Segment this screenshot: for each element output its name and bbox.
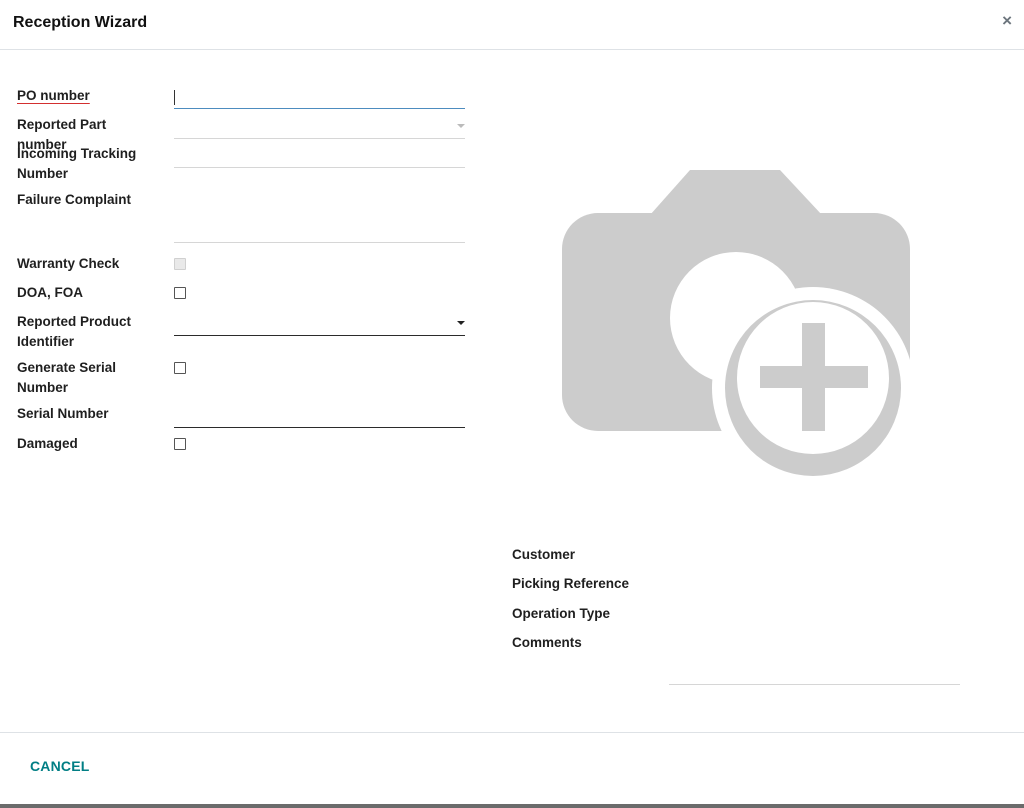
warranty-check-label: Warranty Check	[17, 256, 120, 271]
incoming-tracking-number-label: Incoming Tracking Number	[17, 146, 137, 181]
comments-input[interactable]	[669, 684, 960, 685]
serial-number-label: Serial Number	[17, 406, 109, 421]
text-caret	[174, 90, 175, 105]
failure-complaint-label: Failure Complaint	[17, 192, 132, 207]
po-number-input[interactable]	[174, 88, 465, 109]
dialog-footer: CANCEL	[0, 732, 1024, 804]
picking-reference-label: Picking Reference	[512, 576, 630, 591]
damaged-label: Damaged	[17, 436, 78, 451]
generate-serial-number-label: Generate Serial Number	[17, 360, 117, 395]
dialog-header: Reception Wizard ×	[0, 0, 1024, 50]
cancel-button[interactable]: CANCEL	[30, 758, 90, 774]
serial-number-input[interactable]	[174, 407, 465, 428]
comments-label: Comments	[512, 635, 582, 650]
reported-product-identifier-label: Reported Product Identifier	[17, 314, 132, 349]
close-icon[interactable]: ×	[1002, 11, 1012, 31]
doa-foa-checkbox[interactable]	[174, 287, 186, 299]
operation-type-label: Operation Type	[512, 606, 611, 621]
window-bottom-edge	[0, 804, 1024, 808]
customer-label: Customer	[512, 547, 576, 562]
reported-part-number-select[interactable]	[174, 118, 465, 139]
reported-product-identifier-select[interactable]	[174, 315, 465, 336]
reception-wizard-dialog: Reception Wizard × PO number Reported Pa…	[0, 0, 1024, 808]
image-upload-placeholder[interactable]	[560, 168, 914, 489]
doa-foa-label: DOA, FOA	[17, 285, 83, 300]
dialog-title: Reception Wizard	[13, 14, 148, 31]
incoming-tracking-number-input[interactable]	[174, 147, 465, 168]
chevron-down-icon	[457, 124, 465, 128]
chevron-down-icon	[457, 321, 465, 325]
failure-complaint-textarea[interactable]	[174, 192, 465, 243]
damaged-checkbox[interactable]	[174, 438, 186, 450]
camera-plus-icon	[562, 170, 914, 489]
po-number-label: PO number	[17, 88, 90, 103]
warranty-check-checkbox	[174, 258, 186, 270]
generate-serial-number-checkbox[interactable]	[174, 362, 186, 374]
